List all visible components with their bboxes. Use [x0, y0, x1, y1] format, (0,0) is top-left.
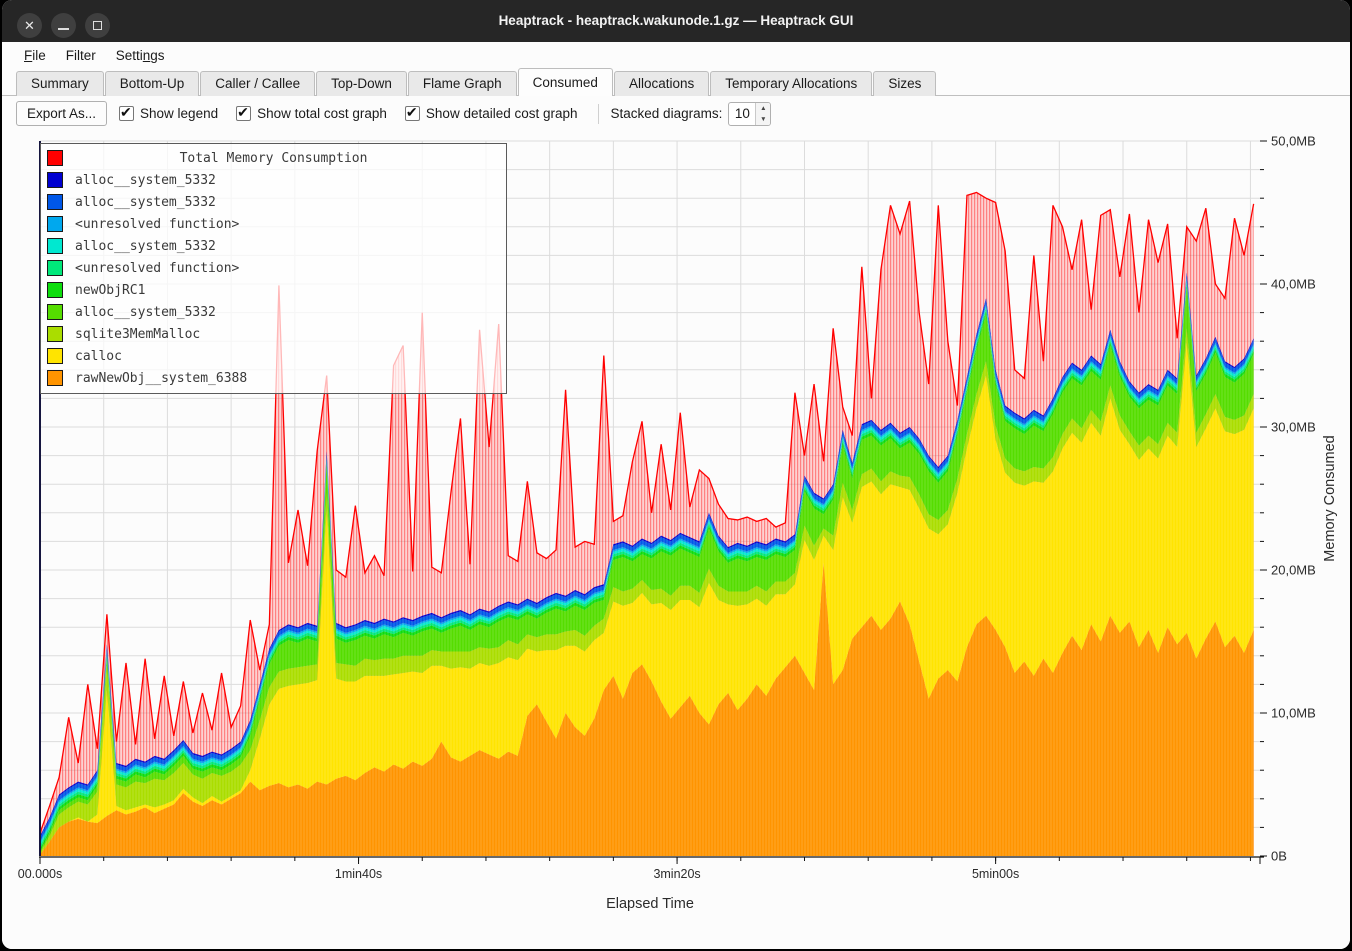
legend-swatch	[47, 326, 63, 342]
check-icon: ✔	[406, 104, 418, 121]
tab-top-down[interactable]: Top-Down	[316, 71, 407, 96]
tab-summary[interactable]: Summary	[16, 71, 104, 96]
x-tick-label: 5min00s	[972, 867, 1019, 881]
tab-caller-callee[interactable]: Caller / Callee	[200, 71, 315, 96]
check-icon: ✔	[237, 104, 249, 121]
legend-label: alloc__system_5332	[75, 173, 216, 188]
legend-swatch	[47, 260, 63, 276]
checkbox-label: Show total cost graph	[257, 106, 387, 121]
tab-sizes[interactable]: Sizes	[873, 71, 936, 96]
x-tick-label: 1min40s	[335, 867, 382, 881]
stacked-diagrams-label: Stacked diagrams:	[611, 106, 723, 121]
legend-title-row: Total Memory Consumption	[41, 147, 506, 169]
checkbox-label: Show legend	[140, 106, 218, 121]
window-title: Heaptrack - heaptrack.wakunode.1.gz — He…	[2, 0, 1350, 42]
y-tick-label: 50,0MB	[1271, 134, 1316, 149]
spin-up-icon[interactable]: ▲	[756, 103, 770, 114]
legend-swatch	[47, 172, 63, 188]
menubar: FileFilterSettings	[2, 42, 1350, 68]
tab-temporary-allocations[interactable]: Temporary Allocations	[710, 71, 872, 96]
y-tick-label: 30,0MB	[1271, 420, 1316, 435]
y-tick-label: 10,0MB	[1271, 706, 1316, 721]
legend-item: alloc__system_5332	[41, 301, 506, 323]
checkbox-show-total-cost-graph[interactable]: ✔ Show total cost graph	[236, 106, 387, 121]
legend-item: sqlite3MemMalloc	[41, 323, 506, 345]
legend-item: newObjRC1	[41, 279, 506, 301]
legend-swatch	[47, 216, 63, 232]
stacked-diagrams-spinbox[interactable]: 10 ▲ ▼	[728, 102, 771, 126]
legend-swatch-total	[47, 150, 63, 166]
legend-item: alloc__system_5332	[41, 191, 506, 213]
titlebar: ✕ Heaptrack - heaptrack.wakunode.1.gz — …	[2, 0, 1350, 42]
export-as-button[interactable]: Export As...	[16, 101, 107, 126]
legend-item: alloc__system_5332	[41, 169, 506, 191]
legend-label: alloc__system_5332	[75, 195, 216, 210]
tab-consumed[interactable]: Consumed	[518, 68, 613, 96]
legend-swatch	[47, 194, 63, 210]
legend-label: newObjRC1	[75, 283, 145, 298]
checkbox-show-detailed-cost-graph[interactable]: ✔ Show detailed cost graph	[405, 106, 578, 121]
checkbox-box[interactable]: ✔	[119, 106, 134, 121]
legend-swatch	[47, 348, 63, 364]
checkbox-label: Show detailed cost graph	[426, 106, 578, 121]
tab-bottom-up[interactable]: Bottom-Up	[105, 71, 200, 96]
legend-label: rawNewObj__system_6388	[75, 371, 247, 386]
chart-legend: Total Memory Consumption alloc__system_53…	[40, 143, 507, 394]
legend-item: <unresolved function>	[41, 213, 506, 235]
checkbox-box[interactable]: ✔	[236, 106, 251, 121]
tab-bar: SummaryBottom-UpCaller / CalleeTop-DownF…	[2, 68, 1350, 96]
x-tick-label: 00.000s	[18, 867, 62, 881]
legend-label: alloc__system_5332	[75, 239, 216, 254]
x-tick-label: 3min20s	[653, 867, 700, 881]
legend-swatch	[47, 370, 63, 386]
legend-swatch	[47, 238, 63, 254]
legend-label: <unresolved function>	[75, 261, 239, 276]
legend-item: alloc__system_5332	[41, 235, 506, 257]
tab-flame-graph[interactable]: Flame Graph	[408, 71, 517, 96]
menu-file[interactable]: File	[14, 45, 56, 66]
legend-label: alloc__system_5332	[75, 305, 216, 320]
memory-consumption-chart: 00.000s 1min40s 3min20s 5min00s 0B 10,0MB 20,0…	[2, 131, 1350, 949]
legend-label: calloc	[75, 349, 122, 364]
legend-label: sqlite3MemMalloc	[75, 327, 200, 342]
legend-item: rawNewObj__system_6388	[41, 367, 506, 389]
checkbox-box[interactable]: ✔	[405, 106, 420, 121]
spinbox-value: 10	[729, 103, 755, 125]
y-tick-label: 20,0MB	[1271, 563, 1316, 578]
check-icon: ✔	[120, 104, 132, 121]
legend-title: Total Memory Consumption	[75, 151, 500, 166]
y-axis-title: Memory Consumed	[1322, 435, 1338, 562]
menu-filter[interactable]: Filter	[56, 45, 106, 66]
checkbox-show-legend[interactable]: ✔ Show legend	[119, 106, 218, 121]
y-tick-label: 0B	[1271, 849, 1287, 864]
spin-down-icon[interactable]: ▼	[756, 114, 770, 125]
legend-item: <unresolved function>	[41, 257, 506, 279]
toolbar: Export As... ✔ Show legend ✔ Show total cos…	[2, 96, 1350, 131]
legend-swatch	[47, 304, 63, 320]
tab-allocations[interactable]: Allocations	[614, 71, 709, 96]
legend-swatch	[47, 282, 63, 298]
legend-label: <unresolved function>	[75, 217, 239, 232]
toolbar-separator	[598, 104, 599, 124]
menu-settings[interactable]: Settings	[106, 45, 175, 66]
x-axis-title: Elapsed Time	[606, 896, 694, 912]
legend-item: calloc	[41, 345, 506, 367]
y-tick-label: 40,0MB	[1271, 277, 1316, 292]
app-window: ✕ Heaptrack - heaptrack.wakunode.1.gz — …	[2, 0, 1350, 949]
